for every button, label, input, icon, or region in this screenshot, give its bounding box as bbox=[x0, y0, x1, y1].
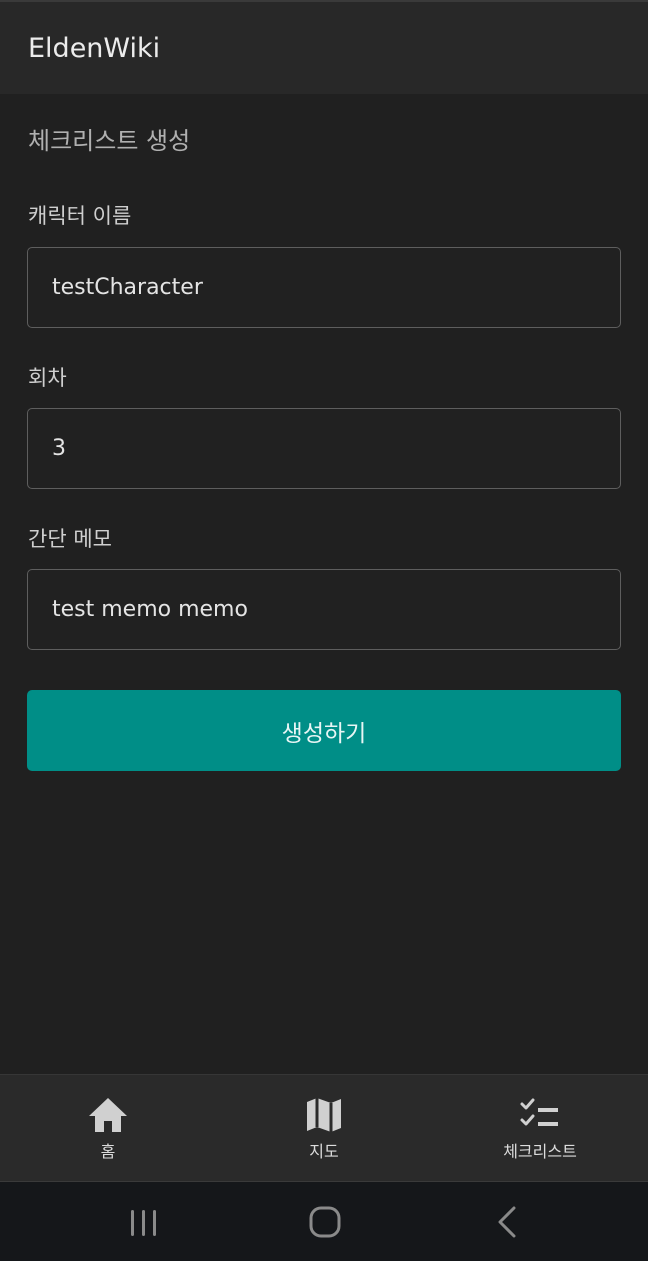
nav-item-checklist[interactable]: 체크리스트 bbox=[432, 1075, 648, 1181]
back-button[interactable] bbox=[476, 1200, 536, 1244]
system-nav-bar bbox=[0, 1181, 648, 1261]
app-screen: EldenWiki 체크리스트 생성 캐릭터 이름 회차 간단 메모 생성하기 … bbox=[0, 0, 648, 1261]
character-name-label: 캐릭터 이름 bbox=[28, 204, 132, 228]
recent-apps-button[interactable] bbox=[114, 1200, 174, 1244]
character-name-input[interactable] bbox=[27, 247, 621, 328]
memo-input[interactable] bbox=[27, 569, 621, 650]
nav-item-map[interactable]: 지도 bbox=[216, 1075, 432, 1181]
nav-label-checklist: 체크리스트 bbox=[503, 1142, 577, 1161]
checklist-icon bbox=[520, 1098, 558, 1126]
back-icon bbox=[498, 1206, 516, 1238]
nav-label-home: 홈 bbox=[100, 1142, 116, 1161]
memo-label: 간단 메모 bbox=[28, 527, 112, 551]
recent-apps-icon bbox=[131, 1210, 156, 1236]
page-title: 체크리스트 생성 bbox=[28, 127, 191, 155]
create-button[interactable]: 생성하기 bbox=[27, 690, 621, 771]
home-circle-icon bbox=[309, 1206, 341, 1238]
system-home-button[interactable] bbox=[295, 1200, 355, 1244]
bottom-nav: 홈 지도 체크리스트 bbox=[0, 1074, 648, 1181]
nav-item-home[interactable]: 홈 bbox=[0, 1075, 216, 1181]
playthrough-input[interactable] bbox=[27, 408, 621, 489]
playthrough-label: 회차 bbox=[28, 366, 67, 390]
map-icon bbox=[307, 1098, 341, 1132]
app-title: EldenWiki bbox=[28, 33, 161, 64]
home-icon bbox=[89, 1098, 127, 1132]
nav-label-map: 지도 bbox=[309, 1142, 339, 1161]
app-bar: EldenWiki bbox=[0, 0, 648, 94]
